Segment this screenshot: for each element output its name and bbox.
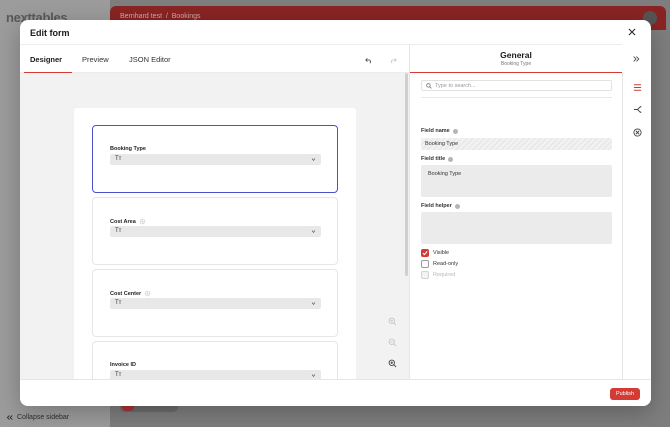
form-field-cost-center[interactable]: Cost Center Tт bbox=[92, 269, 338, 337]
undo-icon[interactable] bbox=[365, 56, 373, 64]
field-type-select[interactable]: Tт bbox=[110, 154, 321, 165]
text-type-icon: Tт bbox=[115, 155, 122, 162]
property-search bbox=[421, 80, 612, 91]
field-label: Cost Center bbox=[110, 290, 151, 297]
field-label: Cost Area bbox=[110, 218, 146, 225]
editor-tabs: Designer Preview JSON Editor bbox=[20, 44, 409, 74]
properties-icon-rail bbox=[622, 73, 651, 379]
checkbox-label: Visible bbox=[433, 250, 450, 256]
field-title-textarea[interactable]: Booking Type bbox=[421, 165, 612, 197]
field-helper-textarea[interactable] bbox=[421, 212, 612, 244]
double-chevron-right-icon[interactable] bbox=[632, 55, 640, 63]
required-checkbox: Required bbox=[421, 271, 455, 279]
divider bbox=[421, 97, 612, 98]
collapse-sidebar-button[interactable]: Collapse sidebar bbox=[6, 414, 69, 421]
checkbox-label: Read-only bbox=[433, 261, 459, 267]
collapse-sidebar-label: Collapse sidebar bbox=[17, 414, 70, 421]
chevron-down-icon bbox=[311, 374, 316, 378]
read-only-checkbox[interactable]: Read-only bbox=[421, 260, 458, 268]
modal-footer: Publish bbox=[20, 379, 651, 406]
field-type-select[interactable]: Tт bbox=[110, 298, 321, 309]
form-field-invoice-id[interactable]: Invoice ID Tт bbox=[92, 341, 338, 379]
cancel-circle-icon[interactable] bbox=[633, 128, 642, 137]
gear-icon bbox=[139, 218, 146, 225]
designer-canvas: Booking Type Tт Cost Area Tт Cost Center… bbox=[20, 73, 409, 379]
redo-icon[interactable] bbox=[389, 56, 397, 64]
zoom-out-icon[interactable] bbox=[388, 338, 397, 347]
form-field-cost-area[interactable]: Cost Area Tт bbox=[92, 197, 338, 265]
field-title-label: Field title bbox=[421, 156, 454, 162]
check-icon bbox=[422, 251, 428, 256]
form-preview-card: Booking Type Tт Cost Area Tт Cost Center… bbox=[74, 108, 356, 379]
canvas-scrollbar[interactable] bbox=[405, 73, 408, 276]
gear-icon bbox=[144, 290, 151, 297]
checkbox-unchecked[interactable] bbox=[421, 260, 429, 268]
search-icon bbox=[426, 83, 432, 89]
property-search-input[interactable] bbox=[435, 81, 605, 90]
help-icon bbox=[454, 203, 460, 209]
zoom-in-icon[interactable] bbox=[388, 317, 397, 326]
text-type-icon: Tт bbox=[115, 371, 122, 378]
edit-form-modal: Edit form Designer Preview JSON Editor B… bbox=[20, 20, 651, 406]
text-type-icon: Tт bbox=[115, 227, 122, 234]
field-name-label: Field name bbox=[421, 128, 458, 134]
modal-header: Edit form bbox=[20, 20, 651, 44]
checkbox-disabled bbox=[421, 271, 429, 279]
field-helper-label: Field helper bbox=[421, 203, 460, 209]
field-label: Booking Type bbox=[110, 146, 146, 152]
list-icon[interactable] bbox=[633, 83, 642, 92]
properties-title: General bbox=[500, 50, 532, 60]
field-label: Invoice ID bbox=[110, 362, 136, 368]
checkbox-checked[interactable] bbox=[421, 249, 429, 257]
field-type-select[interactable]: Tт bbox=[110, 370, 321, 379]
field-name-input[interactable] bbox=[421, 138, 612, 150]
help-icon bbox=[452, 128, 458, 134]
chevron-down-icon bbox=[311, 302, 316, 306]
form-field-booking-type[interactable]: Booking Type Tт bbox=[92, 125, 338, 193]
breadcrumb-current: Bookings bbox=[171, 13, 201, 20]
branch-icon[interactable] bbox=[633, 105, 642, 114]
tab-designer[interactable]: Designer bbox=[30, 55, 62, 64]
properties-panel: General Booking Type Field name Field ti… bbox=[409, 44, 622, 379]
chevron-down-icon bbox=[311, 158, 316, 162]
properties-header: General Booking Type bbox=[410, 44, 622, 73]
zoom-reset-icon[interactable] bbox=[388, 359, 397, 368]
properties-subtitle: Booking Type bbox=[500, 61, 532, 67]
breadcrumb: Bernhard test / Bookings bbox=[120, 13, 201, 20]
close-icon[interactable] bbox=[627, 27, 637, 37]
tab-preview[interactable]: Preview bbox=[82, 55, 109, 64]
chevron-down-icon bbox=[311, 230, 316, 234]
text-type-icon: Tт bbox=[115, 299, 122, 306]
help-icon bbox=[448, 156, 454, 162]
tab-json-editor[interactable]: JSON Editor bbox=[129, 55, 171, 64]
publish-button[interactable]: Publish bbox=[609, 388, 640, 400]
breadcrumb-base: Bernhard test bbox=[120, 13, 163, 20]
visible-checkbox[interactable]: Visible bbox=[421, 249, 449, 257]
modal-title: Edit form bbox=[30, 28, 70, 38]
double-chevron-left-icon bbox=[6, 415, 13, 420]
checkbox-label: Required bbox=[433, 272, 456, 278]
field-type-select[interactable]: Tт bbox=[110, 226, 321, 237]
